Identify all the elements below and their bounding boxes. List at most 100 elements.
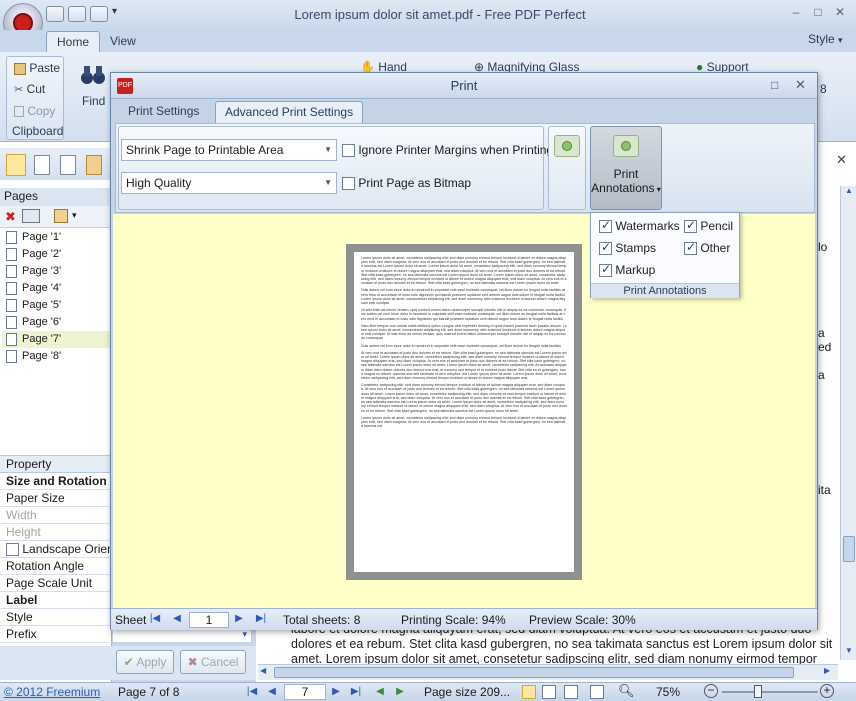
quality-combobox[interactable]: High Quality ▼	[121, 172, 337, 194]
first-sheet-icon[interactable]: |◀	[147, 611, 163, 627]
chevron-down-icon: ▾	[838, 35, 843, 45]
scroll-thumb[interactable]	[843, 536, 855, 562]
property-row[interactable]: Landscape Orienta	[0, 541, 112, 558]
vertical-scrollbar[interactable]: ▲ ▼	[840, 186, 856, 660]
scroll-down-icon[interactable]: ▼	[843, 646, 855, 660]
page-list-item[interactable]: Page '2'	[2, 246, 110, 263]
print-bitmap-checkbox[interactable]	[342, 177, 355, 191]
dialog-maximize-button[interactable]: □	[771, 78, 778, 92]
scroll-view-icon[interactable]	[564, 685, 578, 699]
page-number-input[interactable]: 7	[284, 684, 326, 700]
scroll-right-icon[interactable]: ▶	[824, 666, 830, 675]
scroll-left-icon[interactable]: ◀	[260, 666, 266, 675]
copy-button[interactable]: Copy	[14, 104, 55, 118]
horizontal-scrollbar[interactable]: ◀ ▶	[258, 664, 838, 680]
property-row[interactable]: Prefix	[0, 626, 112, 643]
first-page-icon[interactable]: |◀	[244, 684, 260, 700]
print-page-icon[interactable]	[22, 209, 40, 223]
facing-page-icon[interactable]	[60, 155, 76, 175]
paste-button[interactable]: Paste	[14, 61, 60, 75]
sheet-number-input[interactable]: 1	[189, 612, 229, 628]
pencil-option[interactable]: Pencil	[684, 218, 733, 234]
back-icon[interactable]: ◀	[372, 684, 388, 700]
zoom-icon[interactable]: 🔍︎	[618, 683, 635, 699]
chevron-down-icon[interactable]: ▾	[72, 210, 77, 221]
stamps-checkbox[interactable]	[599, 240, 612, 256]
dialog-title: Print	[450, 78, 478, 93]
close-panel-icon[interactable]: ✕	[836, 152, 847, 168]
print-status-icon[interactable]	[554, 135, 580, 157]
page-list-item[interactable]: Page '3'	[2, 263, 110, 280]
print-annotations-button[interactable]: Print Annotations ▾	[590, 126, 662, 210]
other-label: Other	[700, 241, 731, 255]
zoom-in-icon[interactable]: +	[820, 684, 834, 698]
book-icon[interactable]	[86, 155, 102, 175]
continuous-page-icon[interactable]	[34, 155, 50, 175]
single-page-icon[interactable]	[6, 154, 26, 176]
next-sheet-icon[interactable]: ▶	[231, 611, 247, 627]
page-list-item[interactable]: Page '8'	[2, 348, 110, 365]
forward-icon[interactable]: ▶	[392, 684, 408, 700]
watermarks-checkbox[interactable]	[599, 218, 612, 234]
page-counter: Page 7 of 8	[118, 685, 180, 699]
markup-option[interactable]: Markup	[599, 262, 655, 278]
other-option[interactable]: Other	[684, 240, 731, 256]
tab-view[interactable]: View	[100, 31, 146, 53]
tab-advanced-print-settings[interactable]: Advanced Print Settings	[215, 101, 364, 123]
ignore-margins-option[interactable]: Ignore Printer Margins when Printing	[342, 143, 554, 158]
minimize-button[interactable]: –	[786, 5, 806, 21]
property-row[interactable]: Style	[0, 609, 112, 626]
zoom-slider-thumb[interactable]	[754, 685, 762, 698]
maximize-button[interactable]: □	[808, 5, 828, 21]
print-icon[interactable]	[68, 6, 86, 22]
page-list-item[interactable]: Page '5'	[2, 297, 110, 314]
scroll-up-icon[interactable]: ▲	[843, 186, 855, 200]
close-button[interactable]: ✕	[830, 5, 850, 21]
page-list-item[interactable]: Page '4'	[2, 280, 110, 297]
fit-view-icon[interactable]	[590, 685, 604, 699]
tab-print-settings[interactable]: Print Settings	[119, 101, 208, 123]
page-list-item[interactable]: Page '6'	[2, 314, 110, 331]
prev-page-icon[interactable]: ◀	[264, 684, 280, 700]
next-page-icon[interactable]: ▶	[328, 684, 344, 700]
scaling-combobox[interactable]: Shrink Page to Printable Area ▼	[121, 139, 337, 161]
property-row[interactable]: Rotation Angle	[0, 558, 112, 575]
zoom-slider-track[interactable]	[722, 691, 818, 693]
page-tools-icon[interactable]	[54, 209, 68, 223]
prev-sheet-icon[interactable]: ◀	[169, 611, 185, 627]
markup-checkbox[interactable]	[599, 262, 612, 278]
property-row[interactable]: Paper Size	[0, 490, 112, 507]
total-sheets: Total sheets: 8	[283, 613, 361, 627]
stamps-option[interactable]: Stamps	[599, 240, 657, 256]
ignore-margins-checkbox[interactable]	[342, 144, 355, 158]
find-button[interactable]: Find	[82, 94, 105, 108]
zoom-out-icon[interactable]: −	[704, 684, 718, 698]
pencil-checkbox[interactable]	[684, 218, 697, 234]
stamps-label: Stamps	[615, 241, 657, 255]
copyright-link[interactable]: © 2012 Freemium	[4, 685, 100, 699]
watermarks-option[interactable]: Watermarks	[599, 218, 680, 234]
apply-button[interactable]: ✔ Apply	[116, 650, 174, 674]
tab-home[interactable]: Home	[46, 31, 101, 53]
cut-button[interactable]: ✂ Cut	[14, 82, 45, 96]
property-row[interactable]: Page Scale Unit	[0, 575, 112, 592]
landscape-checkbox[interactable]	[6, 543, 19, 557]
single-view-icon[interactable]	[522, 685, 536, 699]
ignore-margins-label: Ignore Printer Margins when Printing	[358, 143, 554, 157]
hscroll-thumb[interactable]	[274, 667, 794, 678]
other-checkbox[interactable]	[684, 240, 697, 256]
dialog-close-button[interactable]: ✕	[795, 77, 806, 93]
page-list-item-selected[interactable]: Page '7'	[2, 331, 110, 348]
facing-view-icon[interactable]	[542, 685, 556, 699]
print-bitmap-option[interactable]: Print Page as Bitmap	[342, 176, 471, 191]
cancel-button[interactable]: ✖ Cancel	[180, 650, 246, 674]
open-icon[interactable]	[46, 6, 64, 22]
last-sheet-icon[interactable]: ▶|	[253, 611, 269, 627]
save-icon[interactable]	[90, 6, 108, 22]
last-page-icon[interactable]: ▶|	[348, 684, 364, 700]
delete-page-icon[interactable]: ✖	[5, 209, 16, 225]
qat-customize-icon[interactable]: ▾	[112, 6, 134, 22]
page-list-item[interactable]: Page '1'	[2, 229, 110, 246]
page-icon	[6, 282, 17, 295]
style-menu[interactable]: Style ▾	[808, 32, 843, 46]
